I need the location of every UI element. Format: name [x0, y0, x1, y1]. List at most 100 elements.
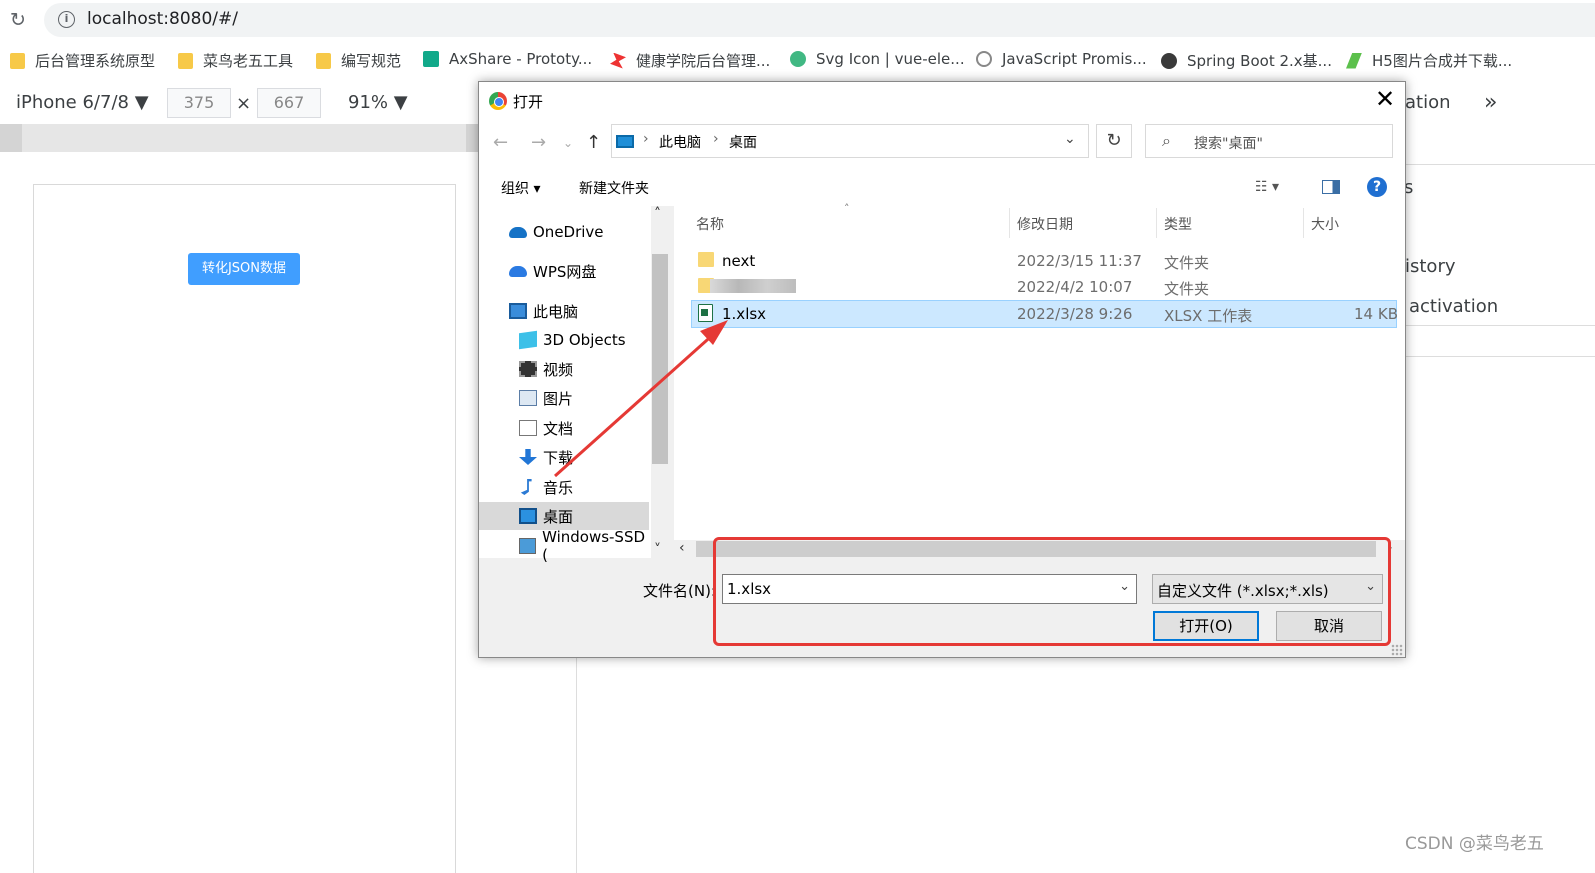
chevron-up-icon[interactable]: ˄ — [654, 206, 661, 222]
navigation-bar: ← → ⌄ ↑ › 此电脑 › 桌面 ⌄ ↻ ⌕ 搜索"桌面" — [479, 120, 1405, 166]
chevron-right-icon: › — [713, 131, 719, 147]
bookmarks-bar: 后台管理系统原型 菜鸟老五工具 编写规范 AxShare - Prototy..… — [0, 42, 1595, 78]
refresh-button[interactable]: ↻ — [1096, 124, 1132, 158]
sidebar-item-wps[interactable]: WPS网盘 — [479, 257, 649, 285]
chevron-right-icon[interactable]: › — [1387, 540, 1393, 556]
sidebar-item-documents[interactable]: 文档 — [479, 414, 649, 442]
column-separator[interactable] — [1303, 208, 1304, 238]
device-select[interactable]: iPhone 6/7/8 ▼ — [16, 92, 149, 113]
address-bar-row: ↻ i localhost:8080/#/ — [0, 0, 1595, 40]
sidebar-item-desktop[interactable]: 桌面 — [479, 502, 649, 530]
recent-locations-icon[interactable]: ⌄ — [563, 136, 573, 150]
bookmark-item[interactable]: AxShare - Prototy... — [423, 50, 592, 68]
filetype-select[interactable]: 自定义文件 (*.xlsx;*.xls) ⌄ — [1152, 574, 1383, 604]
divider — [1405, 356, 1595, 357]
new-folder-button[interactable]: 新建文件夹 — [579, 178, 649, 198]
sort-ascending-icon: ˄ — [844, 202, 850, 215]
springboot-icon — [1161, 52, 1177, 69]
forward-icon[interactable]: → — [531, 132, 546, 153]
column-header-size[interactable]: 大小 — [1311, 214, 1339, 234]
omnibox[interactable]: i localhost:8080/#/ — [44, 3, 1595, 37]
ruler-segment — [0, 124, 22, 152]
filename-label: 文件名(N): — [643, 582, 716, 600]
search-input[interactable]: ⌕ 搜索"桌面" — [1145, 124, 1393, 158]
divider — [1405, 325, 1595, 326]
scrollbar-thumb[interactable] — [696, 541, 1376, 557]
sidebar-item-windows-ssd[interactable]: Windows-SSD ( — [479, 528, 649, 564]
chevron-down-icon[interactable]: ⌄ — [1119, 579, 1130, 594]
breadcrumb-desktop[interactable]: 桌面 — [729, 132, 757, 152]
zoom-select[interactable]: 91% ▼ — [348, 92, 408, 113]
activation-item[interactable]: activation — [1409, 296, 1498, 317]
sidebar-scrollbar[interactable]: ˄ ˅ — [651, 206, 669, 558]
reload-icon[interactable]: ↻ — [10, 9, 26, 31]
file-list: ˄ 名称 修改日期 类型 大小 next 2022/3/15 11:37 文件夹… — [674, 202, 1405, 558]
devtools-tab-partial[interactable]: ation — [1405, 92, 1451, 113]
more-tabs-icon[interactable]: » — [1484, 90, 1497, 115]
file-list-hscrollbar[interactable]: ‹ › — [674, 540, 1405, 558]
scrollbar-thumb[interactable] — [652, 254, 668, 464]
column-separator[interactable] — [1156, 208, 1157, 238]
bookmark-item[interactable]: 健康学院后台管理... — [610, 50, 770, 71]
sidebar-item-3d-objects[interactable]: 3D Objects — [479, 326, 649, 354]
device-width-input[interactable]: 375 — [167, 88, 231, 118]
file-type: 文件夹 — [1164, 280, 1210, 298]
column-header-type[interactable]: 类型 — [1164, 214, 1192, 234]
preview-pane-icon[interactable] — [1322, 180, 1340, 194]
bookmark-item[interactable]: JavaScript Promis... — [976, 50, 1147, 68]
bookmark-item[interactable]: 后台管理系统原型 — [10, 50, 155, 71]
column-header-date[interactable]: 修改日期 — [1017, 214, 1073, 234]
column-separator[interactable] — [1009, 208, 1010, 238]
organize-menu[interactable]: 组织 ▾ — [501, 178, 540, 198]
wps-cloud-icon — [509, 265, 527, 277]
picture-icon — [519, 390, 537, 406]
sidebar-item-pictures[interactable]: 图片 — [479, 384, 649, 412]
help-icon[interactable]: ? — [1367, 177, 1387, 197]
ruler-segment — [466, 124, 478, 152]
file-row[interactable]: 2022/4/2 10:07 文件夹 — [692, 274, 1398, 300]
dialog-titlebar: 打开 ✕ — [479, 82, 1405, 120]
filename-input[interactable]: 1.xlsx ⌄ — [722, 574, 1137, 604]
folder-icon — [698, 252, 714, 267]
panel-divider[interactable] — [576, 656, 577, 873]
file-date: 2022/3/15 11:37 — [1017, 252, 1142, 270]
chevron-down-icon[interactable]: ⌄ — [1064, 131, 1076, 147]
url-text[interactable]: localhost:8080/#/ — [87, 9, 238, 29]
up-icon[interactable]: ↑ — [586, 132, 601, 153]
3d-objects-icon — [519, 330, 537, 350]
chevron-left-icon[interactable]: ‹ — [679, 540, 685, 556]
file-row-selected[interactable]: 1.xlsx 2022/3/28 9:26 XLSX 工作表 14 KB — [691, 300, 1398, 328]
site-info-icon[interactable]: i — [58, 11, 75, 28]
command-bar: 组织 ▾ 新建文件夹 ☷ ▾ ? — [479, 166, 1405, 206]
bookmark-item[interactable]: Svg Icon | vue-ele... — [790, 50, 965, 68]
breadcrumb-this-pc[interactable]: 此电脑 — [659, 132, 701, 152]
sidebar-item-onedrive[interactable]: OneDrive — [479, 218, 649, 246]
bookmark-item[interactable]: Spring Boot 2.x基... — [1161, 50, 1332, 71]
music-icon — [520, 479, 532, 495]
sidebar-item-downloads[interactable]: 下载 — [479, 443, 649, 471]
resize-grip[interactable] — [1391, 644, 1403, 656]
column-header-name[interactable]: 名称 — [696, 214, 724, 234]
open-button[interactable]: 打开(O) — [1153, 611, 1259, 641]
cancel-button[interactable]: 取消 — [1276, 611, 1382, 641]
bookmark-item[interactable]: 菜鸟老五工具 — [178, 50, 293, 71]
device-height-input[interactable]: 667 — [257, 88, 321, 118]
file-date: 2022/4/2 10:07 — [1017, 278, 1133, 296]
convert-json-button[interactable]: 转化JSON数据 — [188, 253, 300, 285]
sidebar-item-this-pc[interactable]: 此电脑 — [479, 297, 649, 325]
bookmark-item[interactable]: H5图片合成并下载... — [1346, 50, 1512, 71]
close-icon[interactable]: ✕ — [1375, 85, 1395, 113]
back-icon[interactable]: ← — [493, 132, 508, 153]
history-item[interactable]: istory — [1405, 256, 1456, 277]
file-row[interactable]: next 2022/3/15 11:37 文件夹 — [692, 248, 1398, 274]
media-query-ruler — [0, 124, 478, 152]
bookmark-item[interactable]: 编写规范 — [316, 50, 401, 71]
sidebar-item-music[interactable]: 音乐 — [479, 473, 649, 501]
view-options-icon[interactable]: ☷ ▾ — [1255, 179, 1279, 195]
chevron-down-icon[interactable]: ˅ — [654, 542, 661, 558]
path-bar[interactable]: › 此电脑 › 桌面 ⌄ — [611, 124, 1089, 158]
sidebar-item-video[interactable]: 视频 — [479, 355, 649, 383]
dimension-separator: × — [236, 93, 252, 114]
vue-icon — [790, 51, 806, 67]
document-icon — [519, 420, 537, 436]
